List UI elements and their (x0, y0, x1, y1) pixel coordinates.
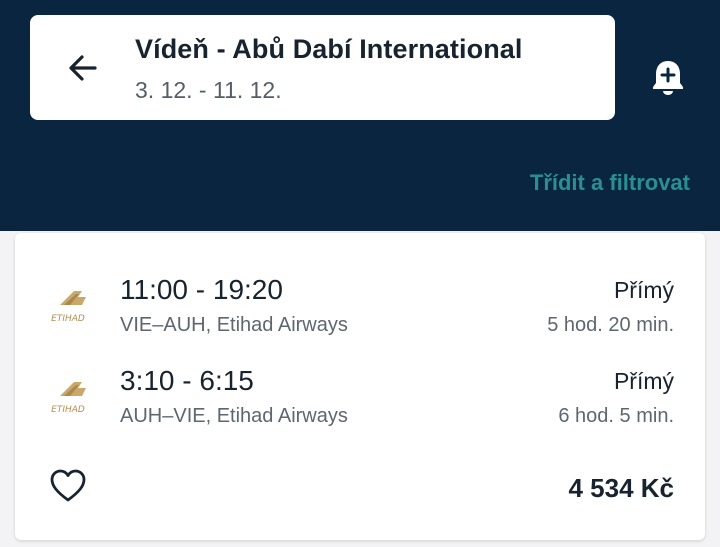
svg-text:ETIHAD: ETIHAD (51, 405, 85, 415)
heart-outline-icon (50, 469, 86, 502)
bell-plus-icon (653, 61, 683, 95)
leg-times: 11:00 - 19:20 (120, 274, 283, 305)
sort-and-filter-link[interactable]: Třídit a filtrovat (530, 170, 690, 196)
price-alert-button[interactable] (645, 54, 691, 100)
leg-route: AUH–VIE, Etihad Airways (120, 405, 348, 427)
etihad-logo: ETIHAD (51, 291, 86, 324)
leg-times: 3:10 - 6:15 (120, 365, 254, 396)
leg-route: VIE–AUH, Etihad Airways (120, 314, 348, 336)
leg-stops: Přímý (613, 368, 674, 394)
route-title: Vídeň - Abů Dabí International (135, 34, 523, 64)
travel-dates: 3. 12. - 11. 12. (135, 77, 282, 103)
search-summary-card[interactable] (30, 15, 615, 120)
leg-duration: 5 hod. 20 min. (547, 314, 674, 336)
price: 4 534 Kč (568, 473, 674, 503)
arrow-left-icon (69, 55, 97, 81)
favorite-button[interactable] (46, 465, 90, 507)
back-button[interactable] (60, 45, 106, 91)
leg-duration: 6 hod. 5 min. (558, 405, 674, 427)
leg-stops: Přímý (613, 277, 674, 303)
etihad-logo: ETIHAD (51, 382, 86, 415)
svg-text:ETIHAD: ETIHAD (51, 314, 85, 324)
